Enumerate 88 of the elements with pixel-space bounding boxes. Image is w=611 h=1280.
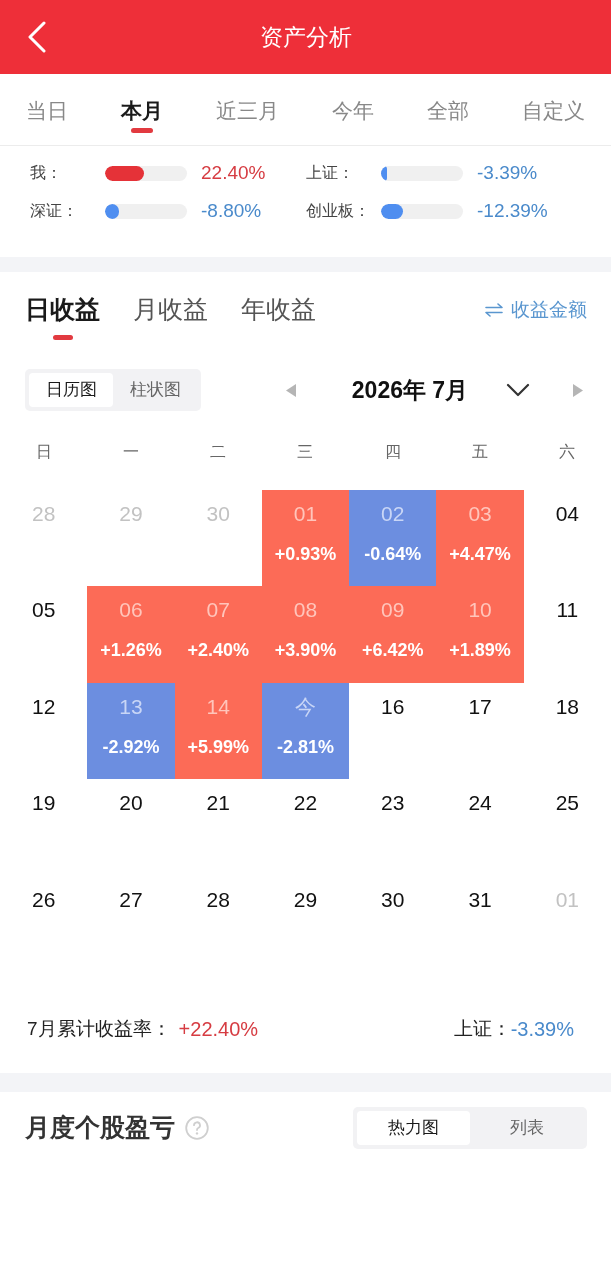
weekday-label: 六 [558, 442, 577, 462]
daily-return: +1.89% [449, 639, 511, 663]
return-tab[interactable]: 年收益 [241, 272, 316, 340]
day-number: 今 [295, 694, 316, 719]
month-title: 2026年 7月 [350, 375, 470, 405]
day-number: 10 [468, 598, 492, 623]
daily-return: +4.47% [449, 543, 511, 566]
return-tab[interactable]: 日收益 [25, 272, 100, 340]
daily-return: +1.26% [100, 639, 162, 663]
amount-switch-link[interactable]: 收益金额 [485, 298, 587, 322]
weekday-label: 三 [296, 442, 315, 462]
day-number: 04 [555, 502, 579, 526]
weekday-label: 四 [383, 442, 402, 462]
day-number: 01 [555, 887, 579, 912]
comparison-label: 上证： [306, 163, 355, 183]
day-number: 19 [31, 791, 56, 816]
day-number: 14 [206, 694, 230, 719]
day-number: 07 [206, 598, 230, 623]
day-number: 23 [381, 791, 405, 816]
comparison-label: 创业板： [306, 201, 371, 221]
daily-return: +5.99% [187, 735, 249, 759]
day-number: 03 [468, 502, 492, 526]
period-tab[interactable]: 近三月 [216, 74, 280, 142]
daily-return: -0.64% [364, 543, 422, 566]
help-icon[interactable] [185, 1115, 209, 1140]
day-number: 13 [119, 694, 143, 719]
previous-month-icon[interactable] [286, 383, 296, 397]
day-number: 25 [555, 791, 579, 816]
daily-return: -2.81% [276, 735, 334, 759]
day-number: 12 [31, 694, 56, 719]
day-number: 02 [381, 502, 405, 526]
day-number: 20 [119, 791, 143, 816]
day-number: 09 [381, 598, 405, 623]
return-tab[interactable]: 月收益 [133, 272, 208, 340]
period-tab[interactable]: 自定义 [521, 74, 585, 142]
day-number: 08 [293, 598, 318, 623]
period-tab[interactable]: 当日 [26, 74, 69, 142]
daily-return: +0.93% [274, 543, 337, 566]
chevron-down-icon[interactable] [506, 383, 530, 397]
cumulative-return-value: +22.40% [178, 1016, 259, 1042]
comparison-value: -12.39% [477, 198, 548, 223]
day-number: 30 [206, 502, 230, 526]
view-toggle-option[interactable]: 柱状图 [113, 373, 197, 407]
period-tab[interactable]: 今年 [331, 74, 374, 142]
day-number: 28 [31, 502, 56, 526]
day-number: 29 [119, 502, 143, 526]
day-number: 21 [206, 791, 230, 816]
benchmark-value: -3.39% [510, 1016, 574, 1042]
day-number: 29 [293, 887, 318, 912]
page-title: 资产分析 [258, 23, 353, 52]
weekday-label: 日 [34, 442, 53, 462]
daily-return: +6.42% [362, 639, 424, 663]
day-number: 06 [119, 598, 143, 623]
day-number: 17 [468, 694, 492, 719]
period-tab[interactable]: 本月 [121, 74, 164, 142]
view-toggle-option[interactable]: 日历图 [29, 373, 113, 407]
next-month-icon[interactable] [573, 383, 583, 397]
swap-icon [485, 303, 503, 317]
stock-view-option[interactable]: 列表 [470, 1110, 583, 1145]
stock-view-option[interactable]: 热力图 [357, 1110, 470, 1145]
back-icon[interactable] [27, 21, 47, 53]
comparison-value: -8.80% [201, 198, 262, 223]
comparison-value: -3.39% [477, 160, 538, 185]
comparison-value: 22.40% [201, 160, 266, 185]
weekday-label: 五 [471, 442, 490, 462]
day-number: 18 [555, 694, 579, 719]
daily-return: +3.90% [274, 639, 337, 663]
day-number: 22 [293, 791, 318, 816]
section-title: 月度个股盈亏 [25, 1112, 175, 1144]
daily-return: +2.40% [187, 639, 249, 663]
day-number: 30 [381, 887, 405, 912]
weekday-label: 二 [209, 442, 228, 462]
day-number: 27 [119, 887, 143, 912]
day-number: 11 [556, 598, 579, 623]
day-number: 24 [468, 791, 492, 816]
day-number: 01 [293, 502, 318, 526]
benchmark-label: 上证： [453, 1016, 511, 1041]
weekday-label: 一 [121, 442, 140, 462]
day-number: 05 [31, 598, 56, 623]
comparison-label: 深证： [30, 201, 79, 221]
comparison-label: 我： [30, 163, 63, 183]
period-tab[interactable]: 全部 [426, 74, 469, 142]
day-number: 31 [468, 887, 492, 912]
day-number: 16 [381, 694, 405, 719]
day-number: 28 [206, 887, 230, 912]
cumulative-return-label: 7月累计收益率： [27, 1016, 171, 1041]
daily-return: -2.92% [102, 735, 160, 759]
day-number: 26 [31, 887, 56, 912]
